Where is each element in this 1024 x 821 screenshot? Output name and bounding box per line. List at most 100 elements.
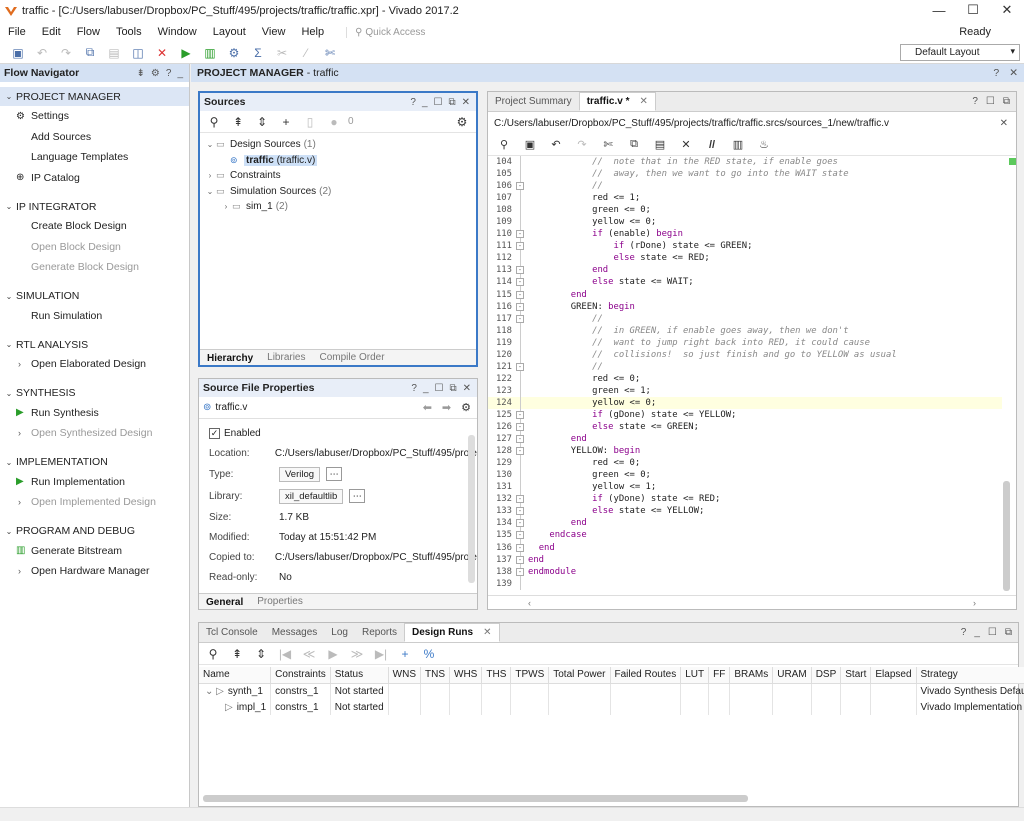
code-line[interactable]: 137- end bbox=[488, 553, 1002, 566]
scroll-left-icon[interactable]: ‹ bbox=[528, 598, 531, 608]
fold-toggle-icon[interactable]: - bbox=[516, 495, 524, 504]
save-icon[interactable]: ▣ bbox=[518, 138, 542, 151]
type-field[interactable]: Verilog bbox=[279, 466, 321, 482]
minimize-icon[interactable]: _ bbox=[422, 97, 428, 108]
fold-toggle-icon[interactable]: - bbox=[516, 531, 524, 540]
float-icon[interactable]: ⧉ bbox=[1003, 96, 1010, 107]
code-line[interactable]: 117- // bbox=[488, 312, 1002, 325]
undo-icon[interactable]: ↶ bbox=[544, 138, 568, 151]
menu-file[interactable]: File bbox=[0, 26, 34, 38]
tab-traffic-v[interactable]: traffic.v * ✕ bbox=[578, 92, 656, 111]
column-select-icon[interactable]: ▥ bbox=[726, 138, 750, 151]
copy-icon[interactable]: ⧉ bbox=[622, 138, 646, 151]
tab-design-runs[interactable]: Design Runs ✕ bbox=[403, 623, 500, 642]
code-line[interactable]: 118 // in GREEN, if enable goes away, th… bbox=[488, 324, 1002, 337]
redo-icon[interactable]: ↷ bbox=[54, 43, 78, 63]
code-line[interactable]: 119 // want to jump right back into RED,… bbox=[488, 336, 1002, 349]
nav-settings[interactable]: ⚙ Settings bbox=[0, 106, 189, 127]
add-icon[interactable]: + bbox=[395, 647, 415, 661]
first-icon[interactable]: |◀ bbox=[275, 647, 295, 661]
add-icon[interactable]: + bbox=[276, 115, 296, 129]
gear-icon[interactable]: ⚙ bbox=[461, 401, 471, 414]
search-icon[interactable]: ⚲ bbox=[492, 138, 516, 151]
gear-icon[interactable]: ⚙ bbox=[452, 115, 472, 129]
help-icon[interactable]: ? bbox=[993, 67, 999, 79]
column-header[interactable]: FF bbox=[708, 667, 731, 684]
column-header[interactable]: Status bbox=[330, 667, 389, 684]
nav-open-synthesized-design[interactable]: › Open Synthesized Design bbox=[0, 423, 189, 444]
nav-run-implementation[interactable]: ▶ Run Implementation bbox=[0, 472, 189, 493]
back-icon[interactable]: ⬅ bbox=[423, 401, 432, 414]
column-header[interactable]: Elapsed bbox=[870, 667, 917, 684]
minimize-button[interactable]: — bbox=[922, 0, 956, 20]
editor-hscroll[interactable]: ‹ › bbox=[488, 595, 1016, 609]
tab-properties[interactable]: Properties bbox=[250, 596, 310, 607]
table-row[interactable]: ▷ impl_1 constrs_1 Not started Vivado Implem… bbox=[199, 699, 1024, 715]
code-line[interactable]: 122 red <= 0; bbox=[488, 372, 1002, 385]
code-line[interactable]: 112 else state <= RED; bbox=[488, 252, 1002, 265]
section-synthesis[interactable]: ⌄ SYNTHESIS bbox=[0, 384, 189, 403]
run-arrow-icon[interactable]: ▷ bbox=[225, 702, 233, 713]
code-line[interactable]: 121- // bbox=[488, 360, 1002, 373]
menu-tools[interactable]: Tools bbox=[108, 26, 150, 38]
table-row[interactable]: ⌄ ▷ synth_1 constrs_1 Not started Vivado Syn… bbox=[199, 683, 1024, 699]
section-rtl-analysis[interactable]: ⌄ RTL ANALYSIS bbox=[0, 335, 189, 354]
code-line[interactable]: 132- if (yDone) state <= RED; bbox=[488, 493, 1002, 506]
nav-run-simulation[interactable]: Run Simulation bbox=[0, 306, 189, 327]
column-header[interactable]: Name bbox=[199, 667, 272, 684]
tab-hierarchy[interactable]: Hierarchy bbox=[200, 351, 260, 364]
fold-toggle-icon[interactable]: - bbox=[516, 423, 524, 432]
tab-log[interactable]: Log bbox=[324, 623, 355, 642]
previous-icon[interactable]: ≪ bbox=[299, 647, 319, 661]
fold-toggle-icon[interactable]: - bbox=[516, 519, 524, 528]
fold-toggle-icon[interactable]: - bbox=[516, 182, 524, 191]
code-line[interactable]: 120 // collisions! so just finish and go… bbox=[488, 348, 1002, 361]
help-icon[interactable]: ? bbox=[410, 97, 416, 108]
scroll-right-icon[interactable]: › bbox=[973, 598, 976, 608]
tree-simulation-sources[interactable]: ⌄ ▭ Simulation Sources (2) bbox=[200, 184, 476, 200]
close-button[interactable]: ✕ bbox=[990, 0, 1024, 20]
fold-toggle-icon[interactable]: - bbox=[516, 290, 524, 299]
copy-icon[interactable]: ⧉ bbox=[78, 43, 102, 63]
code-line[interactable]: 125- if (gDone) state <= YELLOW; bbox=[488, 408, 1002, 422]
tab-reports[interactable]: Reports bbox=[355, 623, 404, 642]
section-simulation[interactable]: ⌄ SIMULATION bbox=[0, 287, 189, 306]
type-browse-button[interactable]: ⋯ bbox=[326, 467, 343, 481]
run-icon[interactable]: ▶ bbox=[174, 43, 198, 63]
play-icon[interactable]: ▶ bbox=[323, 647, 343, 661]
code-line[interactable]: 128- YELLOW: begin bbox=[488, 445, 1002, 458]
collapse-all-icon[interactable]: ⇞ bbox=[228, 115, 248, 129]
close-tab-icon[interactable]: ✕ bbox=[639, 96, 647, 107]
fold-toggle-icon[interactable]: - bbox=[516, 302, 524, 311]
float-icon[interactable]: ⧉ bbox=[449, 383, 456, 394]
close-tab-icon[interactable]: ✕ bbox=[483, 627, 491, 638]
column-header[interactable]: Failed Routes bbox=[610, 667, 682, 684]
code-line[interactable]: 133- else state <= YELLOW; bbox=[488, 505, 1002, 518]
undo-icon[interactable]: ↶ bbox=[30, 43, 54, 63]
collapse-all-icon[interactable]: ⇞ bbox=[227, 647, 247, 661]
forward-icon[interactable]: ➡ bbox=[442, 401, 451, 414]
restore-icon[interactable]: ☐ bbox=[434, 97, 443, 108]
code-line[interactable]: 114- else state <= WAIT; bbox=[488, 276, 1002, 289]
code-line[interactable]: 109 yellow <= 0; bbox=[488, 216, 1002, 229]
column-header[interactable]: TNS bbox=[420, 667, 451, 684]
nav-open-elaborated-design[interactable]: › Open Elaborated Design bbox=[0, 354, 189, 375]
menu-view[interactable]: View bbox=[254, 26, 294, 38]
nav-generate-block-design[interactable]: Generate Block Design bbox=[0, 257, 189, 278]
code-line[interactable]: 131 yellow <= 1; bbox=[488, 481, 1002, 494]
close-icon[interactable]: ✕ bbox=[1009, 67, 1018, 79]
nav-open-hardware-manager[interactable]: › Open Hardware Manager bbox=[0, 561, 189, 582]
column-header[interactable]: WNS bbox=[388, 667, 422, 684]
sum-icon[interactable]: Σ bbox=[246, 43, 270, 63]
code-line[interactable]: 139 bbox=[488, 577, 1002, 590]
minimize-icon[interactable]: _ bbox=[423, 383, 429, 394]
fold-toggle-icon[interactable]: - bbox=[516, 230, 524, 239]
code-line[interactable]: 138- endmodule bbox=[488, 565, 1002, 578]
menu-flow[interactable]: Flow bbox=[69, 26, 108, 38]
fold-toggle-icon[interactable]: - bbox=[516, 278, 524, 287]
fold-toggle-icon[interactable]: - bbox=[516, 555, 524, 564]
tree-constraints[interactable]: › ▭ Constraints bbox=[200, 168, 476, 184]
restore-icon[interactable]: ☐ bbox=[988, 627, 997, 638]
column-header[interactable]: BRAMs bbox=[729, 667, 774, 684]
help-icon[interactable]: ? bbox=[961, 627, 967, 638]
